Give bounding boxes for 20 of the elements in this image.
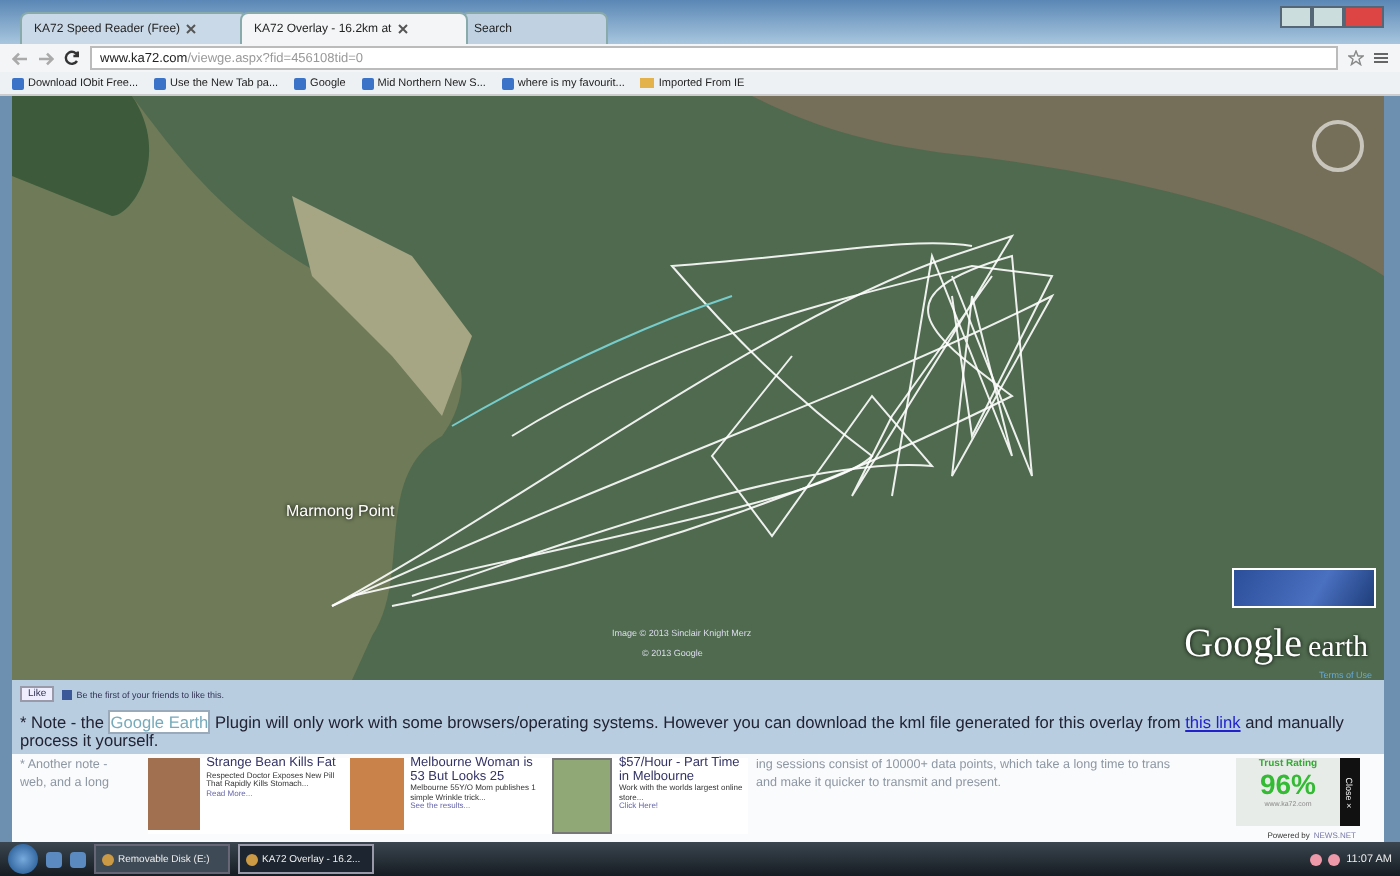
- start-button[interactable]: [8, 844, 38, 874]
- desktop-icon[interactable]: [46, 851, 62, 867]
- minimize-button[interactable]: [1280, 6, 1312, 28]
- facebook-icon: [62, 689, 73, 699]
- window-icon[interactable]: [70, 851, 86, 867]
- maximize-button[interactable]: [1312, 6, 1344, 28]
- reload-button[interactable]: [64, 50, 80, 66]
- star-icon[interactable]: [1348, 50, 1364, 66]
- photo-placeholder: [148, 758, 201, 830]
- photo-placeholder: [552, 758, 613, 834]
- close-icon[interactable]: [186, 24, 197, 34]
- menu-icon[interactable]: [1374, 52, 1388, 64]
- globe-thumbnail: [1232, 568, 1376, 608]
- map-logo: Google earth: [1184, 622, 1368, 668]
- photo-placeholder: [350, 758, 405, 830]
- note-text: * Note - the Google Earth Plugin will only work with some browsers/operating systems. However you can download the kml file generated for this overlay from this link and manually process it yourself.: [18, 708, 1346, 754]
- trust-value: 96%: [1259, 770, 1317, 800]
- kml-link[interactable]: this link: [1185, 712, 1241, 732]
- close-icon[interactable]: [397, 24, 408, 34]
- place-label: Marmong Point: [286, 502, 395, 520]
